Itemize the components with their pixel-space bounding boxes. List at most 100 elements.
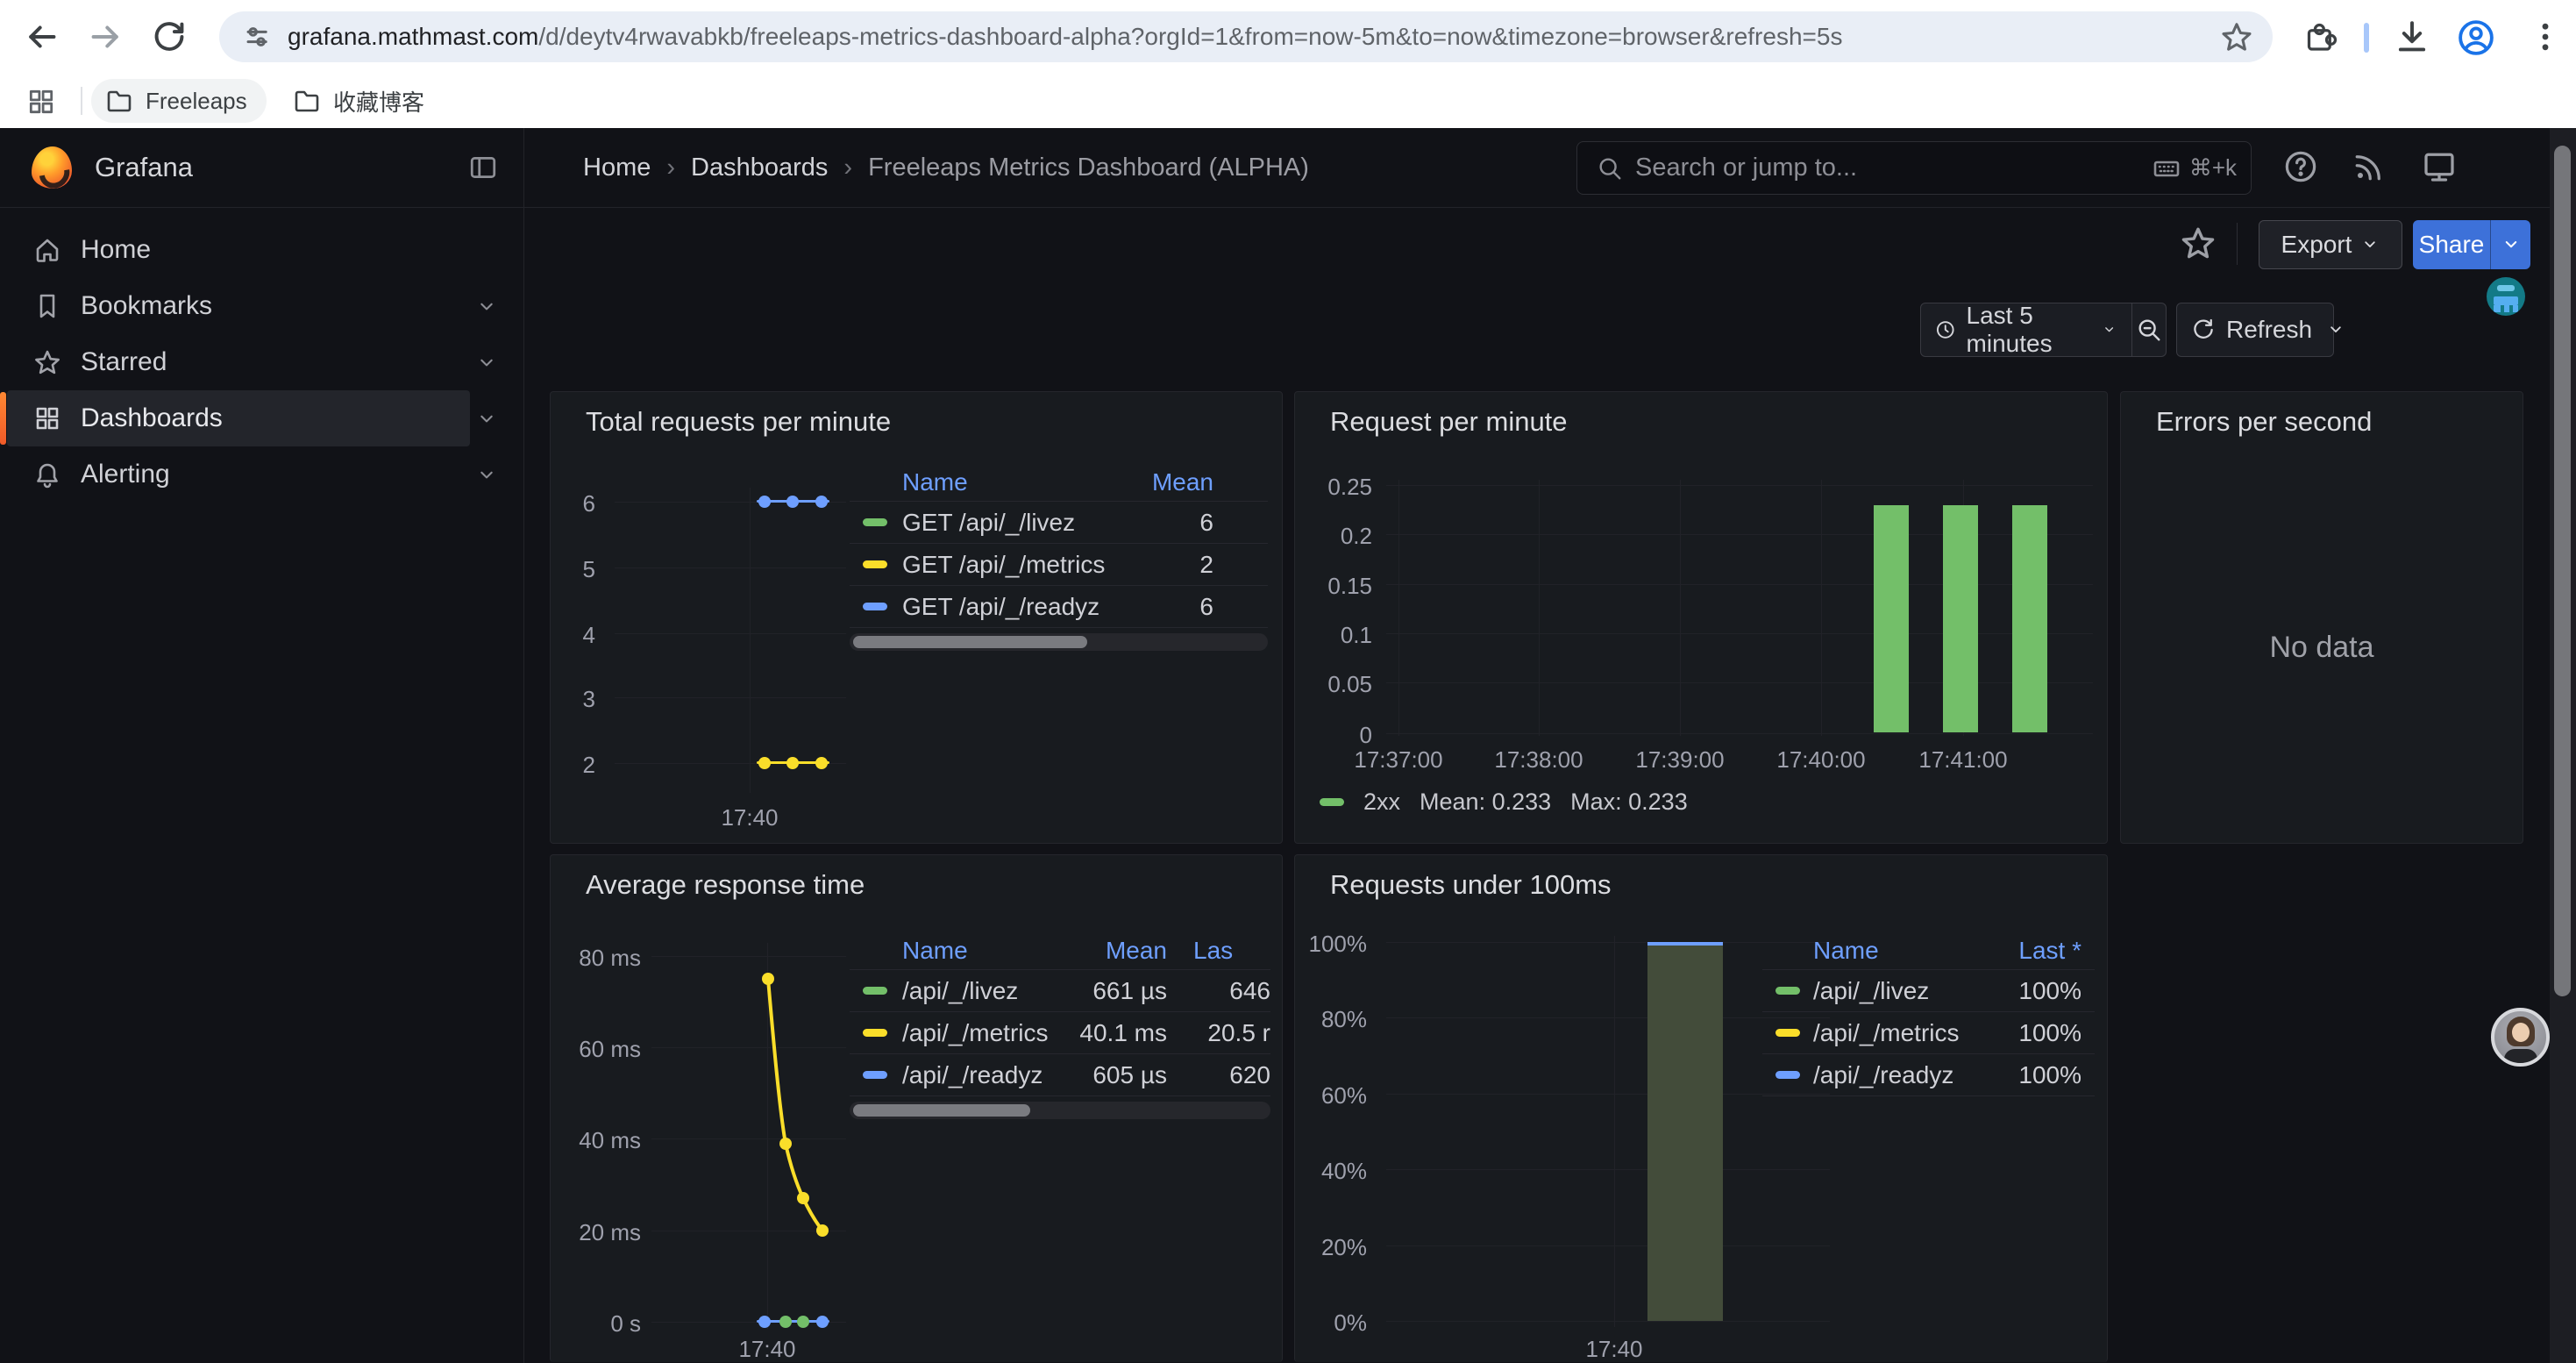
- legend-header-name[interactable]: Name: [1813, 937, 1994, 965]
- y-tick: 0: [1295, 722, 1372, 749]
- legend-row[interactable]: /api/_/metrics 40.1 ms 20.5 r: [850, 1012, 1270, 1053]
- sidebar-item-label: Alerting: [81, 460, 170, 489]
- legend-row[interactable]: /api/_/readyz 100%: [1762, 1054, 2095, 1095]
- bookmarks-bar: Freeleaps 收藏博客: [0, 74, 2576, 128]
- legend-row[interactable]: GET /api/_/livez 6: [850, 502, 1268, 543]
- panel-total-requests[interactable]: Total requests per minute 6 5 4 3 2 17:4…: [550, 391, 1283, 844]
- favorite-star-icon[interactable]: [2180, 225, 2217, 261]
- legend-row[interactable]: /api/_/readyz 605 µs 620: [850, 1054, 1270, 1095]
- series-max: Max: 0.233: [1570, 789, 1688, 816]
- legend-scrollbar-thumb[interactable]: [853, 1104, 1030, 1117]
- y-tick: 60 ms: [551, 1036, 641, 1063]
- legend-row[interactable]: GET /api/_/metrics 2: [850, 544, 1268, 585]
- time-range-picker[interactable]: Last 5 minutes: [1921, 303, 2131, 356]
- panel-errors-per-second[interactable]: Errors per second No data: [2120, 391, 2523, 844]
- legend-row[interactable]: /api/_/metrics 100%: [1762, 1012, 2095, 1053]
- monitor-icon[interactable]: [2422, 149, 2457, 184]
- extensions-icon[interactable]: [2302, 18, 2339, 55]
- x-tick: 17:40: [1570, 1336, 1658, 1363]
- series-chip-blue: [863, 1071, 887, 1079]
- y-tick: 100%: [1295, 931, 1367, 958]
- bookmark-label: 收藏博客: [333, 85, 424, 118]
- y-tick: 6: [559, 490, 595, 517]
- chevron-down-icon[interactable]: [475, 352, 498, 375]
- breadcrumb-separator: ›: [843, 153, 852, 182]
- y-tick: 5: [559, 556, 595, 583]
- series-chip-blue: [863, 603, 887, 610]
- help-icon[interactable]: [2283, 149, 2318, 184]
- user-avatar[interactable]: [2487, 277, 2525, 316]
- apps-grid-icon[interactable]: [26, 87, 56, 117]
- search-placeholder: Search or jump to...: [1635, 153, 2153, 182]
- legend-header-last[interactable]: Last *: [1994, 937, 2081, 965]
- sidebar-item-bookmarks[interactable]: Bookmarks: [0, 278, 524, 334]
- breadcrumb-dashboards[interactable]: Dashboards: [691, 153, 828, 182]
- legend-table: Name Last * /api/_/livez 100% /api/_/met…: [1762, 932, 2095, 1096]
- x-tick: 17:39:00: [1627, 746, 1733, 774]
- legend-header-mean[interactable]: Mean: [1143, 468, 1213, 496]
- bookmark-label: Freeleaps: [146, 88, 247, 115]
- y-tick: 20%: [1295, 1234, 1367, 1261]
- legend-row[interactable]: GET /api/_/readyz 6: [850, 586, 1268, 627]
- chevron-down-icon[interactable]: [475, 408, 498, 431]
- panel-avg-response-time[interactable]: Average response time 80 ms 60 ms 40 ms …: [550, 854, 1283, 1362]
- bookmark-folder-blogs[interactable]: 收藏博客: [279, 79, 438, 123]
- refresh-interval-dropdown[interactable]: [2326, 320, 2345, 339]
- breadcrumb-home[interactable]: Home: [583, 153, 651, 182]
- legend-header-name[interactable]: Name: [902, 937, 1053, 965]
- share-dropdown-button[interactable]: [2490, 220, 2530, 269]
- legend-scrollbar-thumb[interactable]: [853, 636, 1087, 648]
- x-tick: 17:41:00: [1911, 746, 2016, 774]
- sidebar-item-label: Starred: [81, 347, 167, 377]
- series-name: /api/_/metrics: [902, 1019, 1053, 1047]
- y-tick: 3: [559, 686, 595, 713]
- page-scrollbar[interactable]: [2550, 128, 2576, 1363]
- series-mean: Mean: 0.233: [1420, 789, 1551, 816]
- legend-table: Name Mean GET /api/_/livez 6 GET /api/_/…: [850, 464, 1268, 651]
- export-button[interactable]: Export: [2259, 220, 2402, 269]
- panel-requests-under-100ms[interactable]: Requests under 100ms 100% 80% 60% 40% 20…: [1294, 854, 2108, 1362]
- keyboard-icon: [2153, 154, 2181, 182]
- panel-request-per-minute[interactable]: Request per minute 0.25 0.2 0.15 0.1 0.0…: [1294, 391, 2108, 844]
- grafana-logo-icon[interactable]: [32, 146, 72, 189]
- share-button[interactable]: Share: [2413, 220, 2490, 269]
- browser-back-icon[interactable]: [23, 18, 60, 55]
- legend-header-last[interactable]: Las: [1167, 937, 1270, 965]
- chevron-down-icon[interactable]: [475, 296, 498, 318]
- sidebar-item-alerting[interactable]: Alerting: [0, 446, 524, 503]
- address-bar[interactable]: grafana.mathmast.com/d/deytv4rwavabkb/fr…: [219, 11, 2273, 62]
- search-input[interactable]: Search or jump to... ⌘+k: [1576, 141, 2252, 195]
- series-name[interactable]: 2xx: [1363, 789, 1400, 816]
- zoom-out-button[interactable]: [2131, 317, 2166, 343]
- sidebar-item-starred[interactable]: Starred: [0, 334, 524, 390]
- y-tick: 0.15: [1295, 573, 1372, 600]
- legend-header-mean[interactable]: Mean: [1053, 937, 1167, 965]
- assistant-avatar[interactable]: [2491, 1008, 2550, 1067]
- dock-menu-icon[interactable]: [468, 153, 498, 182]
- sidebar-item-home[interactable]: Home: [0, 222, 524, 278]
- browser-reload-icon[interactable]: [151, 18, 188, 55]
- refresh-group: Refresh: [2176, 303, 2334, 357]
- bookmark-folder-freeleaps[interactable]: Freeleaps: [91, 79, 267, 123]
- series-last: 20.5 r: [1167, 1019, 1270, 1047]
- toolbar-divider: [2364, 23, 2369, 53]
- bookmark-star-icon[interactable]: [2220, 20, 2253, 54]
- news-rss-icon[interactable]: [2352, 149, 2387, 184]
- legend-scrollbar[interactable]: [850, 633, 1268, 651]
- legend-header-name[interactable]: Name: [902, 468, 1143, 496]
- url-text: grafana.mathmast.com/d/deytv4rwavabkb/fr…: [288, 23, 2220, 51]
- browser-forward-icon[interactable]: [88, 18, 125, 55]
- refresh-button[interactable]: Refresh: [2177, 303, 2326, 356]
- browser-menu-icon[interactable]: [2527, 18, 2564, 55]
- legend-row[interactable]: /api/_/livez 100%: [1762, 970, 2095, 1011]
- page-scrollbar-thumb[interactable]: [2554, 146, 2571, 996]
- legend-row[interactable]: /api/_/livez 661 µs 646: [850, 970, 1270, 1011]
- chevron-down-icon[interactable]: [475, 464, 498, 487]
- site-settings-icon[interactable]: [240, 21, 272, 53]
- downloads-icon[interactable]: [2394, 18, 2430, 55]
- sidebar-item-dashboards[interactable]: Dashboards: [0, 390, 524, 446]
- series-chip-green: [863, 987, 887, 995]
- legend-scrollbar[interactable]: [850, 1102, 1270, 1119]
- series-last: 100%: [1994, 977, 2081, 1005]
- profile-icon[interactable]: [2457, 18, 2494, 55]
